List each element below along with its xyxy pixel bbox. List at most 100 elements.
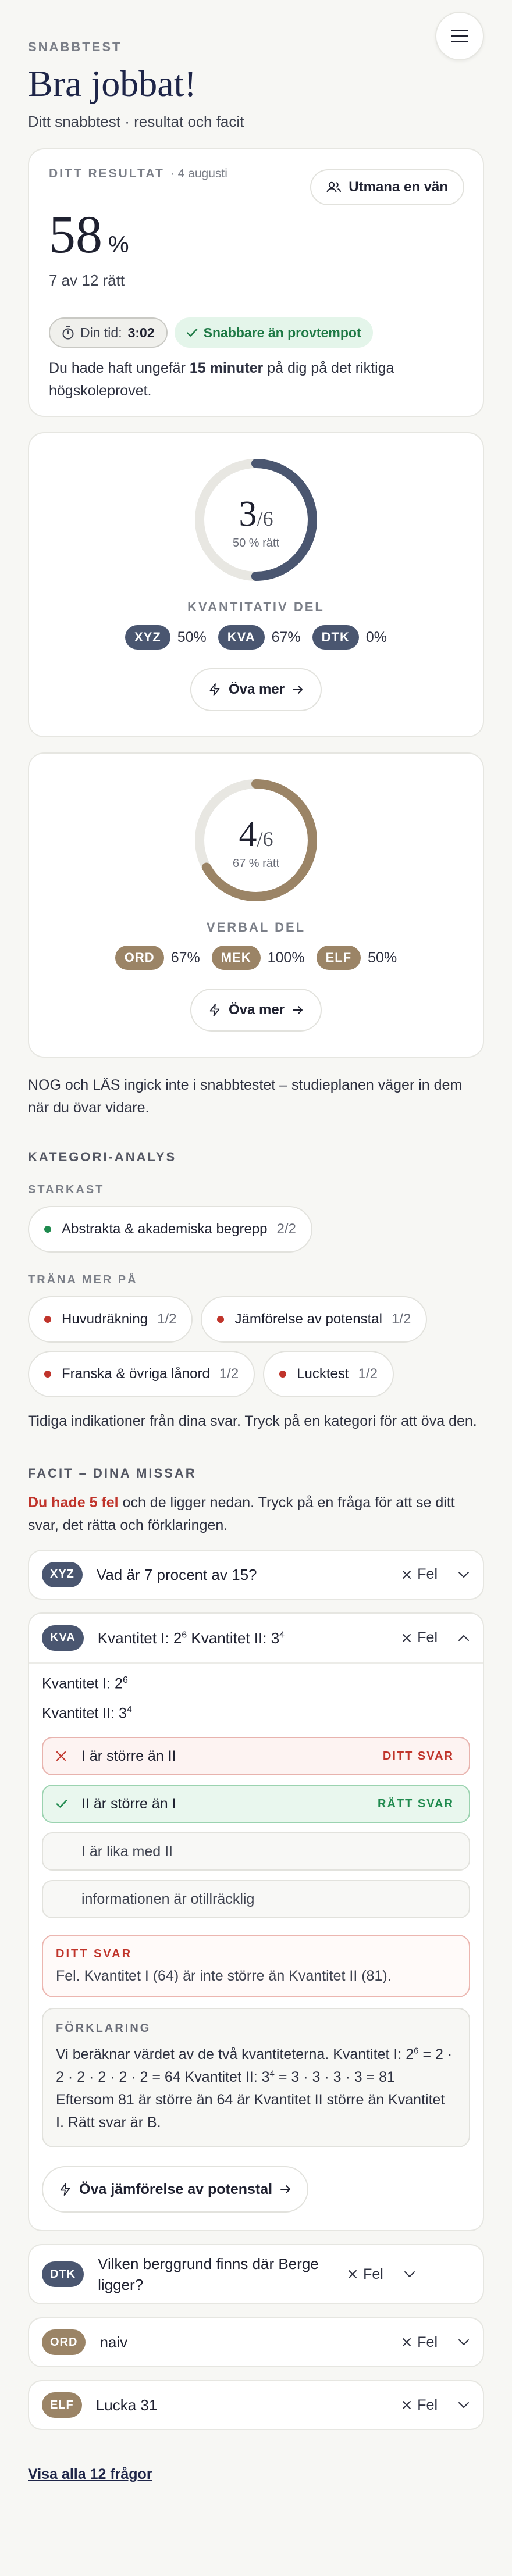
close-icon bbox=[403, 1633, 411, 1642]
expl-exp: 6 bbox=[414, 2046, 419, 2057]
category-count: 1/2 bbox=[391, 1311, 411, 1327]
stopwatch-icon bbox=[62, 326, 74, 340]
section-label: KVANTITATIV DEL bbox=[187, 600, 325, 614]
statement-1: Kvantitet I: 26 bbox=[42, 1675, 470, 1692]
facit-title: FACIT – DINA MISSAR bbox=[28, 1466, 197, 1481]
practice-category-button[interactable]: Öva jämförelse av potenstal bbox=[42, 2166, 309, 2213]
users-icon bbox=[326, 181, 342, 193]
weak-dot bbox=[44, 1370, 51, 1378]
question-text: naiv bbox=[99, 2334, 128, 2352]
statement-text: Kvantitet II: 3 bbox=[42, 1705, 127, 1722]
fraction: 3/6 bbox=[239, 496, 273, 532]
question-tag: ELF bbox=[42, 2392, 82, 2418]
expl-part: 2 bbox=[406, 2046, 414, 2063]
weak-dot bbox=[44, 1315, 51, 1323]
question-text: Lucka 31 bbox=[95, 2396, 158, 2414]
time-pill: Din tid: 3:02 bbox=[49, 317, 168, 348]
chevron-down-icon bbox=[403, 2268, 416, 2281]
practice-label: Öva jämförelse av potenstal bbox=[79, 2181, 273, 2197]
question-tag: ORD bbox=[42, 2329, 86, 2356]
weak-dot bbox=[217, 1315, 225, 1323]
option-your-answer[interactable]: I är större än II DITT SVAR bbox=[42, 1737, 470, 1776]
expl-part: Vi beräknar värdet av de två kvantiteter… bbox=[56, 2046, 406, 2063]
statement-2: Kvantitet II: 34 bbox=[42, 1705, 470, 1722]
explanation-text: Vi beräknar värdet av de två kvantiteter… bbox=[56, 2043, 456, 2133]
question-body: Kvantitet I: 26 Kvantitet II: 34 I är st… bbox=[29, 1675, 483, 2231]
page: SNABBTEST Bra jobbat! Ditt snabbtest · r… bbox=[0, 0, 512, 2483]
category-pill[interactable]: Jämförelse av potenstal 1/2 bbox=[201, 1296, 428, 1343]
category-pill[interactable]: Franska & övriga lånord 1/2 bbox=[28, 1350, 255, 1397]
subtest-chips: XYZ 50% KVA 67% DTK 0% bbox=[29, 625, 483, 650]
question-row[interactable]: XYZ Vad är 7 procent av 15? Fel bbox=[28, 1549, 484, 1600]
strong-dot bbox=[44, 1225, 51, 1233]
option-correct-answer[interactable]: II är större än I RÄTT SVAR bbox=[42, 1785, 470, 1824]
practice-more-button[interactable]: Öva mer bbox=[190, 668, 322, 711]
lightning-icon bbox=[209, 683, 220, 696]
weak-dot bbox=[279, 1370, 287, 1378]
question-tag: KVA bbox=[42, 1625, 84, 1651]
page-title: Bra jobbat! bbox=[28, 63, 197, 104]
pill-row: Din tid: 3:02 Snabbare än provtempot bbox=[49, 317, 463, 348]
chip-code: ORD bbox=[115, 946, 164, 970]
question-text: Kvantitet I: 26 Kvantitet II: 34 bbox=[98, 1628, 403, 1649]
percent-correct: 67 % rätt bbox=[232, 857, 280, 870]
question-tag: XYZ bbox=[42, 1561, 83, 1587]
show-all-questions-link[interactable]: Visa alla 12 frågor bbox=[28, 2466, 152, 2483]
your-answer-text: Fel. Kvantitet I (64) är inte större än … bbox=[56, 1968, 392, 1985]
score: 58 % bbox=[49, 208, 463, 261]
question-status: Fel bbox=[402, 2397, 438, 2414]
chip-elf: ELF 50% bbox=[316, 946, 397, 970]
category-pill[interactable]: Abstrakta & akademiska begrepp 2/2 bbox=[28, 1205, 312, 1253]
practice-label: Öva mer bbox=[228, 1002, 285, 1018]
result-date: · 4 augusti bbox=[170, 167, 227, 180]
chip-value: 0% bbox=[365, 629, 387, 645]
eyebrow: SNABBTEST bbox=[28, 40, 122, 54]
question-exp: 6 bbox=[182, 1629, 187, 1640]
chevron-up-icon bbox=[457, 1632, 470, 1644]
question-row[interactable]: ORD naiv Fel bbox=[28, 2317, 484, 2368]
check-icon bbox=[56, 1799, 73, 1808]
result-note: Du hade haft ungefär 15 minuter på dig p… bbox=[49, 357, 463, 402]
time-value: 3:02 bbox=[127, 324, 155, 340]
question-text: Vad är 7 procent av 15? bbox=[96, 1565, 257, 1583]
category-count: 1/2 bbox=[157, 1311, 177, 1327]
practice-more-button[interactable]: Öva mer bbox=[190, 989, 322, 1032]
close-icon bbox=[403, 2338, 411, 2347]
category-pill[interactable]: Lucktest 1/2 bbox=[263, 1350, 394, 1397]
correct-count: 7 av 12 rätt bbox=[49, 272, 125, 289]
fraction-num: 3 bbox=[239, 494, 257, 534]
statement-exp: 4 bbox=[126, 1705, 132, 1715]
chevron-down-icon bbox=[457, 2336, 470, 2349]
category-name: Jämförelse av potenstal bbox=[234, 1311, 382, 1327]
question-row[interactable]: ELF Lucka 31 Fel bbox=[28, 2380, 484, 2431]
option-text: I är större än II bbox=[81, 1747, 176, 1764]
explanation-label: FÖRKLARING bbox=[56, 2022, 151, 2035]
chip-code: XYZ bbox=[125, 625, 170, 650]
menu-button[interactable] bbox=[435, 12, 484, 60]
subtest-chips: ORD 67% MEK 100% ELF 50% bbox=[29, 946, 483, 970]
category-name: Lucktest bbox=[297, 1365, 349, 1382]
chip-code: ELF bbox=[316, 946, 361, 970]
question-row[interactable]: DTK Vilken berggrund finns där Berge lig… bbox=[28, 2244, 484, 2305]
question-status: Fel bbox=[402, 1566, 438, 1583]
category-name: Abstrakta & akademiska begrepp bbox=[62, 1221, 268, 1237]
donut-center: 4/6 67 % rätt bbox=[191, 776, 321, 905]
section-card-quantitative: 3/6 50 % rätt KVANTITATIV DEL XYZ 50% KVA… bbox=[28, 432, 484, 737]
statement-exp: 6 bbox=[122, 1675, 128, 1685]
excluded-note: NOG och LÄS ingick inte i snabbtestet – … bbox=[28, 1077, 463, 1116]
lightning-icon bbox=[60, 2183, 70, 2196]
status-label: Fel bbox=[417, 1629, 438, 1646]
close-icon bbox=[349, 2270, 357, 2279]
category-name: Franska & övriga lånord bbox=[62, 1365, 210, 1382]
arrow-right-icon bbox=[280, 2185, 291, 2194]
hamburger-menu-icon bbox=[451, 30, 468, 42]
note-text-a: Du hade haft ungefär bbox=[49, 360, 190, 376]
score-unit: % bbox=[108, 232, 129, 258]
chip-code: KVA bbox=[218, 625, 265, 650]
category-pill[interactable]: Huvudräkning 1/2 bbox=[28, 1296, 193, 1343]
option[interactable]: informationen är otillräcklig bbox=[42, 1880, 470, 1919]
question-header[interactable]: KVA Kvantitet I: 26 Kvantitet II: 34 Fel bbox=[29, 1614, 483, 1664]
option[interactable]: I är lika med II bbox=[42, 1832, 470, 1871]
challenge-friend-button[interactable]: Utmana en vän bbox=[310, 169, 464, 205]
option-text: I är lika med II bbox=[81, 1843, 173, 1860]
